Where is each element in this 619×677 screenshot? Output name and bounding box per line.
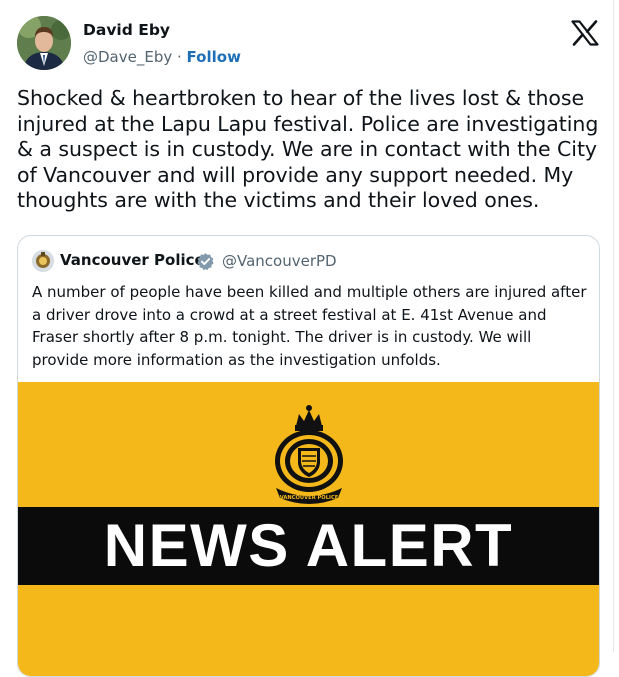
x-logo-icon[interactable] <box>571 20 599 46</box>
verified-badge-icon <box>196 252 215 271</box>
crest-scroll-text: VANCOUVER POLICE <box>280 495 339 501</box>
author-name[interactable]: David Eby <box>83 21 170 39</box>
follow-button[interactable]: Follow <box>187 48 241 66</box>
news-alert-band: NEWS ALERT <box>18 507 599 585</box>
quoted-author-name[interactable]: Vancouver Police <box>60 251 205 269</box>
tweet-header: David Eby @Dave_Eby · Follow <box>17 16 601 74</box>
police-crest-icon: VANCOUVER POLICE <box>266 404 352 504</box>
quoted-author-avatar[interactable] <box>32 250 54 272</box>
quoted-author-handle[interactable]: @VancouverPD <box>222 252 337 270</box>
quoted-tweet[interactable]: Vancouver Police @VancouverPD A number o… <box>17 235 600 677</box>
news-alert-image[interactable]: VANCOUVER POLICE NEWS ALERT <box>18 382 599 676</box>
author-handle[interactable]: @Dave_Eby <box>83 48 172 66</box>
handle-separator: · <box>172 48 187 66</box>
author-handle-line: @Dave_Eby · Follow <box>83 48 241 66</box>
tweet-embed-card: David Eby @Dave_Eby · Follow Shocked & h… <box>0 0 614 677</box>
author-avatar[interactable] <box>17 16 71 70</box>
news-alert-text: NEWS ALERT <box>103 512 514 579</box>
tweet-text: Shocked & heartbroken to hear of the liv… <box>17 86 599 212</box>
quoted-tweet-text: A number of people have been killed and … <box>32 283 587 369</box>
